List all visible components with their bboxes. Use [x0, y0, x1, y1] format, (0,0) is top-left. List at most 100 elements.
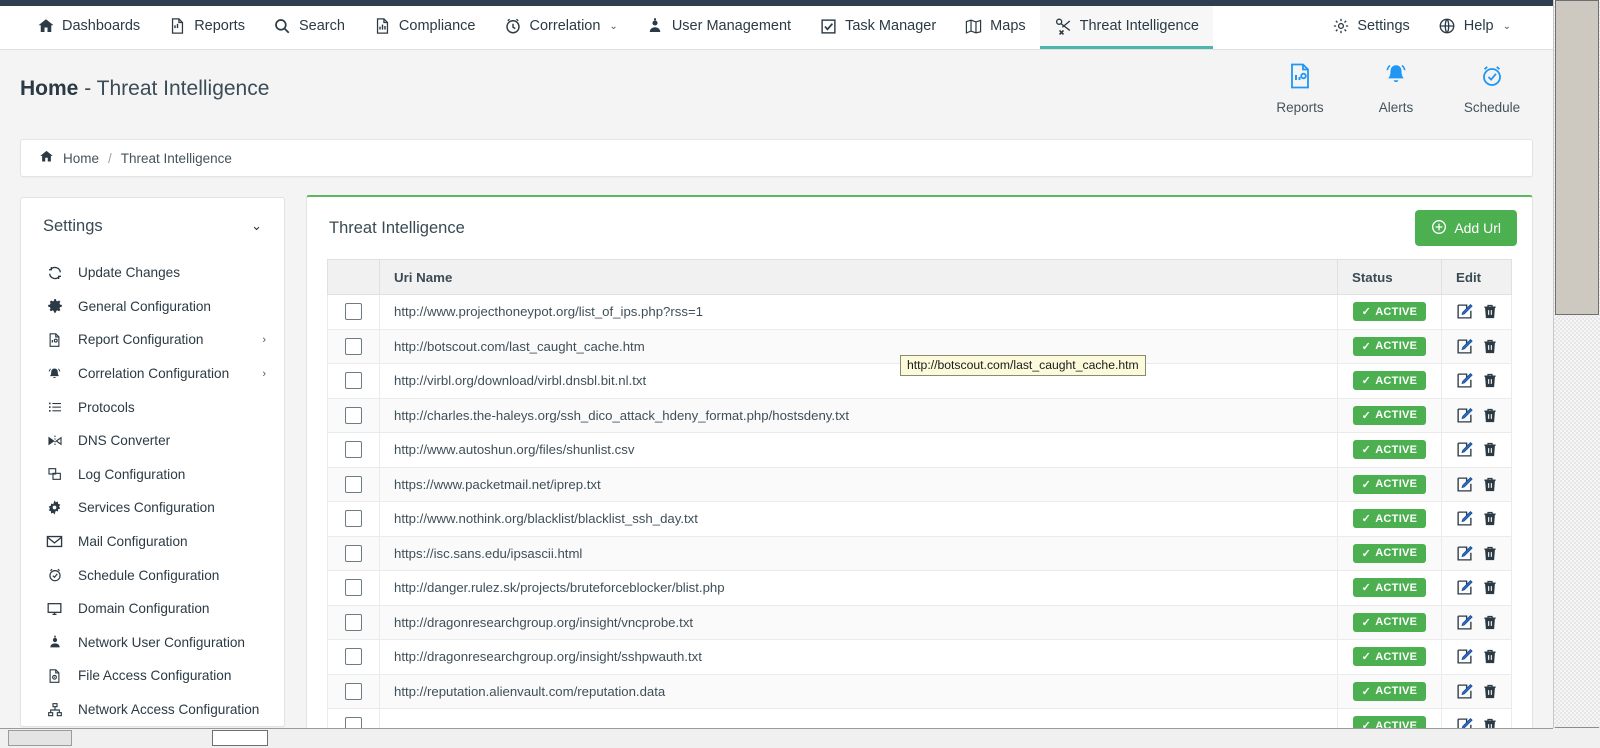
row-checkbox[interactable]	[345, 510, 362, 528]
sidebar-item-report-configuration[interactable]: Report Configuration ›	[21, 323, 284, 357]
delete-icon[interactable]	[1482, 648, 1498, 665]
nav-item-task-manager[interactable]: Task Manager	[805, 6, 950, 49]
row-checkbox[interactable]	[345, 544, 362, 562]
horizontal-scrollbar-track-left[interactable]	[8, 730, 72, 746]
nav-item-help[interactable]: Help ⌄	[1424, 6, 1525, 49]
edit-icon[interactable]	[1456, 545, 1473, 562]
quick-action-schedule[interactable]: Schedule	[1461, 63, 1523, 115]
sidebar-item-services-configuration[interactable]: Services Configuration	[21, 491, 284, 525]
delete-icon[interactable]	[1482, 407, 1498, 424]
edit-icon[interactable]	[1456, 614, 1473, 631]
nav-item-reports[interactable]: Reports	[154, 6, 259, 49]
status-badge[interactable]: ✓ ACTIVE	[1352, 302, 1427, 322]
edit-icon[interactable]	[1456, 338, 1473, 355]
status-cell: ✓ ACTIVE	[1337, 708, 1442, 729]
actions-cell	[1441, 673, 1512, 709]
row-checkbox[interactable]	[345, 648, 362, 666]
breadcrumb-home-link[interactable]: Home	[63, 151, 99, 166]
nav-item-maps[interactable]: Maps	[950, 6, 1039, 49]
status-badge[interactable]: ✓ ACTIVE	[1352, 509, 1427, 529]
sidebar-item-general-configuration[interactable]: General Configuration	[21, 290, 284, 324]
sidebar-item-dns-converter[interactable]: DNS Converter	[21, 424, 284, 458]
status-badge[interactable]: ✓ ACTIVE	[1352, 681, 1427, 701]
sidebar-item-network-access-configuration[interactable]: Network Access Configuration	[21, 693, 284, 726]
edit-icon[interactable]	[1456, 579, 1473, 596]
delete-icon[interactable]	[1482, 338, 1498, 355]
quick-action-alerts[interactable]: Alerts	[1365, 63, 1427, 115]
status-badge[interactable]: ✓ ACTIVE	[1352, 543, 1427, 563]
add-url-button[interactable]: Add Url	[1415, 210, 1517, 246]
sidebar-item-update-changes[interactable]: Update Changes	[21, 256, 284, 290]
status-badge[interactable]: ✓ ACTIVE	[1352, 647, 1427, 667]
status-badge[interactable]: ✓ ACTIVE	[1352, 336, 1427, 356]
delete-icon[interactable]	[1482, 441, 1498, 458]
edit-icon[interactable]	[1456, 441, 1473, 458]
nav-label: User Management	[671, 18, 792, 34]
table-row: http://danger.rulez.sk/projects/brutefor…	[327, 570, 1512, 606]
edit-icon[interactable]	[1456, 683, 1473, 700]
delete-icon[interactable]	[1482, 614, 1498, 631]
sidebar-item-protocols[interactable]: Protocols	[21, 390, 284, 424]
row-checkbox[interactable]	[345, 579, 362, 597]
sidebar-item-label: Mail Configuration	[78, 534, 188, 550]
nav-item-compliance[interactable]: Compliance	[359, 6, 490, 49]
page-header-band: Home - Threat Intelligence Reports Alert…	[0, 51, 1553, 135]
vertical-scrollbar-thumb[interactable]	[1555, 0, 1599, 315]
delete-icon[interactable]	[1482, 303, 1498, 320]
sidebar-item-log-configuration[interactable]: Log Configuration	[21, 458, 284, 492]
horizontal-scrollbar[interactable]	[0, 728, 1553, 748]
status-badge[interactable]: ✓ ACTIVE	[1352, 578, 1427, 598]
table-header-row: Uri Name Status Edit	[327, 259, 1512, 295]
delete-icon[interactable]	[1482, 476, 1498, 493]
row-checkbox[interactable]	[345, 303, 362, 321]
check-icon: ✓	[1361, 651, 1372, 664]
edit-icon[interactable]	[1456, 510, 1473, 527]
edit-icon[interactable]	[1456, 303, 1473, 320]
sidebar-header-settings[interactable]: Settings ⌄	[21, 198, 284, 254]
edit-icon[interactable]	[1456, 648, 1473, 665]
list-icon	[45, 399, 64, 415]
threat-scissors-icon	[1054, 17, 1073, 36]
table-row: https://www.packetmail.net/iprep.txt ✓ ACT…	[327, 466, 1512, 502]
nav-item-dashboards[interactable]: Dashboards	[22, 6, 154, 49]
delete-icon[interactable]	[1482, 683, 1498, 700]
edit-icon[interactable]	[1456, 372, 1473, 389]
row-checkbox[interactable]	[345, 475, 362, 493]
quick-action-reports[interactable]: Reports	[1269, 63, 1331, 115]
row-select-cell	[327, 328, 380, 364]
row-checkbox[interactable]	[345, 682, 362, 700]
sidebar-item-network-user-configuration[interactable]: Network User Configuration	[21, 626, 284, 660]
delete-icon[interactable]	[1482, 579, 1498, 596]
navbar-left-group: Dashboards Reports Search Compliance Cor…	[0, 6, 1213, 49]
edit-icon[interactable]	[1456, 476, 1473, 493]
status-badge[interactable]: ✓ ACTIVE	[1352, 440, 1427, 460]
sidebar-item-file-access-configuration[interactable]: File Access Configuration	[21, 659, 284, 693]
edit-icon[interactable]	[1456, 407, 1473, 424]
nav-item-search[interactable]: Search	[259, 6, 359, 49]
delete-icon[interactable]	[1482, 372, 1498, 389]
row-checkbox[interactable]	[345, 613, 362, 631]
row-checkbox[interactable]	[345, 372, 362, 390]
row-checkbox[interactable]	[345, 441, 362, 459]
row-checkbox[interactable]	[345, 337, 362, 355]
check-icon: ✓	[1361, 478, 1372, 491]
delete-icon[interactable]	[1482, 510, 1498, 527]
sidebar-item-mail-configuration[interactable]: Mail Configuration	[21, 525, 284, 559]
status-badge[interactable]: ✓ ACTIVE	[1352, 405, 1427, 425]
delete-icon[interactable]	[1482, 545, 1498, 562]
row-checkbox[interactable]	[345, 406, 362, 424]
status-badge[interactable]: ✓ ACTIVE	[1352, 474, 1427, 494]
actions-cell	[1441, 535, 1512, 571]
status-badge[interactable]: ✓ ACTIVE	[1352, 371, 1427, 391]
vertical-scrollbar[interactable]	[1553, 0, 1600, 748]
nav-item-settings[interactable]: Settings	[1317, 6, 1423, 49]
status-badge[interactable]: ✓ ACTIVE	[1352, 612, 1427, 632]
checked-box-icon	[819, 17, 838, 36]
sidebar-item-schedule-configuration[interactable]: Schedule Configuration	[21, 558, 284, 592]
nav-item-threat-intelligence[interactable]: Threat Intelligence	[1039, 6, 1213, 49]
sidebar-item-correlation-configuration[interactable]: Correlation Configuration ›	[21, 357, 284, 391]
sidebar-item-domain-configuration[interactable]: Domain Configuration	[21, 592, 284, 626]
nav-item-user-management[interactable]: User Management	[632, 6, 805, 49]
nav-item-correlation[interactable]: Correlation ⌄	[490, 6, 632, 49]
horizontal-scrollbar-thumb[interactable]	[212, 730, 268, 746]
